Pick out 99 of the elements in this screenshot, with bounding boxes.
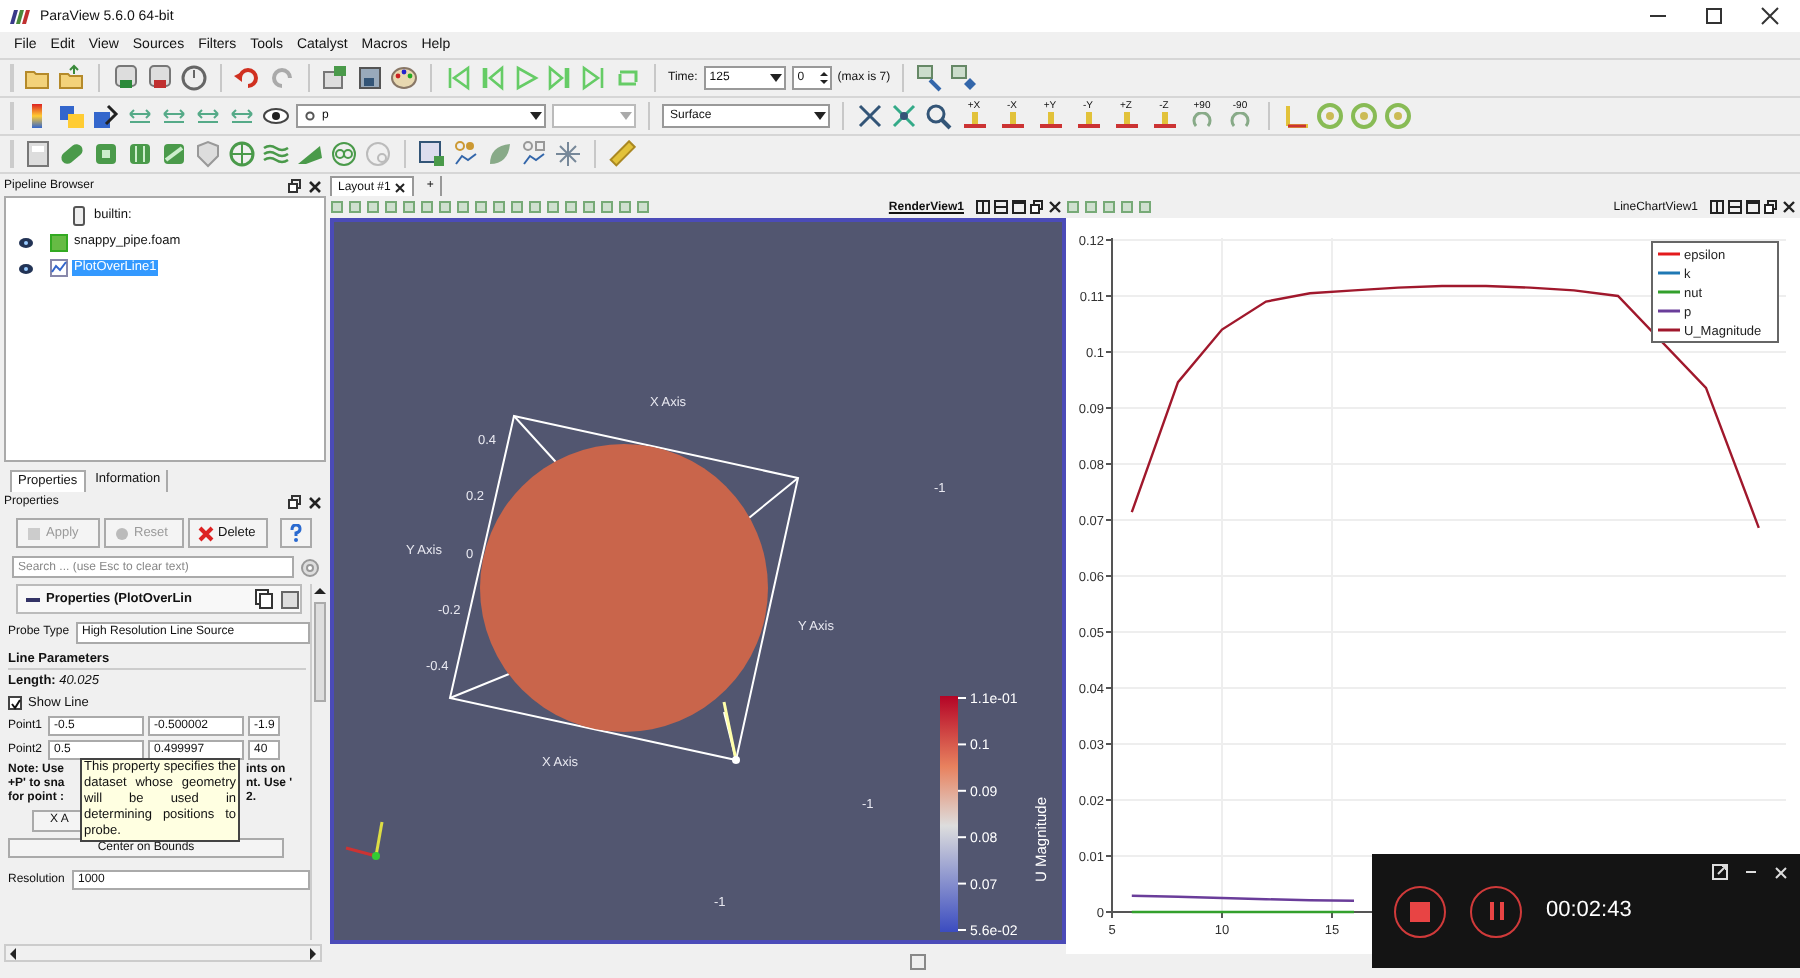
server-icon[interactable] (112, 64, 140, 92)
server-icon (70, 206, 88, 226)
check-icon (9, 697, 21, 709)
axis-arrow-icon (1113, 111, 1139, 127)
close-icon[interactable] (1782, 200, 1796, 214)
stop-icon (1410, 901, 1430, 921)
legend-tick (957, 697, 967, 699)
orientation-axes-drawing (345, 821, 384, 860)
checkbox[interactable] (8, 696, 22, 710)
axis-arrow-icon (1151, 111, 1177, 127)
float-icon[interactable] (288, 494, 302, 510)
maximize-icon[interactable] (1704, 6, 1724, 26)
circles-icon[interactable] (330, 140, 358, 168)
shield-icon[interactable] (194, 140, 222, 168)
plot-icon (50, 258, 68, 278)
ruler-icon[interactable] (608, 140, 636, 168)
legend-tick (957, 929, 967, 931)
clock-icon[interactable] (180, 64, 208, 92)
help-button[interactable] (280, 518, 312, 548)
caret-up-icon[interactable] (311, 584, 327, 598)
orbit-icon[interactable] (1350, 102, 1378, 130)
close-icon[interactable] (308, 179, 322, 193)
copy-icon[interactable] (254, 588, 274, 610)
zoom-to-data-icon[interactable] (890, 102, 918, 130)
expand-icon[interactable] (1712, 864, 1728, 880)
stop-button[interactable] (1394, 885, 1446, 937)
orbit-icon[interactable] (1384, 102, 1412, 130)
eye-icon[interactable] (262, 102, 290, 130)
picture-icon[interactable] (356, 64, 384, 92)
legend-box (1651, 241, 1779, 343)
eye-icon[interactable] (18, 261, 34, 275)
split-horizontal-icon[interactable] (976, 200, 990, 214)
split-vertical-icon[interactable] (1728, 200, 1742, 214)
question-mark-icon (288, 524, 304, 542)
small-window-icon[interactable] (910, 953, 926, 969)
spin-arrows-icon[interactable] (817, 70, 830, 86)
legend-tick (957, 882, 967, 885)
axes-icon[interactable] (1282, 102, 1310, 130)
probe-handle[interactable] (732, 756, 740, 764)
caret-left-icon[interactable] (6, 945, 20, 961)
star-icon[interactable] (554, 140, 582, 168)
timer-text: 00:02:43 (1546, 896, 1632, 927)
redo-icon[interactable] (268, 64, 296, 92)
cube-icon[interactable] (92, 140, 120, 168)
folder-icon[interactable] (58, 64, 86, 92)
cube-icon[interactable] (126, 140, 154, 168)
axis-arrow-icon (1037, 111, 1063, 127)
cube-icon[interactable] (160, 140, 188, 168)
logo-icon (8, 5, 32, 27)
zoom-box-icon[interactable] (924, 102, 952, 130)
legend-tick (957, 789, 967, 792)
window-icon[interactable] (322, 64, 350, 92)
reset-camera-icon[interactable] (856, 102, 884, 130)
eye-icon[interactable] (18, 235, 34, 249)
undo-icon[interactable] (234, 64, 262, 92)
close-icon[interactable] (308, 495, 322, 509)
float-icon[interactable] (1030, 200, 1044, 214)
caret-right-icon[interactable] (306, 945, 320, 961)
horizontal-scrollbar[interactable] (4, 944, 322, 962)
vertical-scrollbar[interactable] (310, 584, 326, 940)
pause-icon (1487, 902, 1505, 920)
axis-arrow-icon (999, 111, 1025, 127)
calculator-icon[interactable] (24, 140, 52, 168)
caret-icon[interactable] (528, 108, 544, 124)
chart-icon[interactable] (452, 140, 480, 168)
float-icon[interactable] (288, 178, 302, 194)
caret-icon[interactable] (812, 108, 828, 124)
pause-button[interactable] (1470, 885, 1522, 937)
maximize-icon[interactable] (1746, 200, 1760, 214)
legend-tick (957, 743, 967, 746)
gear-icon[interactable] (300, 557, 320, 577)
color-map-icon[interactable] (58, 102, 86, 130)
probe-line (722, 701, 738, 761)
table-wrench-icon[interactable] (916, 64, 945, 92)
close-icon[interactable] (394, 181, 407, 193)
split-vertical-icon[interactable] (994, 200, 1008, 214)
legend-tick (957, 836, 967, 839)
maximize-icon[interactable] (1012, 200, 1026, 214)
orbit-icon[interactable] (1316, 102, 1344, 130)
globe-icon[interactable] (228, 140, 256, 168)
caret-icon[interactable] (767, 70, 784, 86)
axis-arrow-icon (961, 111, 987, 127)
point-data-icon[interactable] (304, 110, 316, 122)
close-icon[interactable] (1760, 6, 1780, 26)
selection-icon[interactable] (418, 140, 446, 168)
mesh-icon (50, 232, 68, 252)
chart-icon[interactable] (520, 140, 548, 168)
circle-icon (114, 525, 130, 541)
ramp-icon[interactable] (296, 140, 324, 168)
split-horizontal-icon[interactable] (1710, 200, 1724, 214)
axis-arrow-icon (1075, 111, 1101, 127)
float-icon[interactable] (1764, 200, 1778, 214)
palette-icon[interactable] (390, 64, 418, 92)
close-icon[interactable] (1048, 200, 1062, 214)
wave-lines-icon[interactable] (262, 140, 290, 168)
table-diamond-icon[interactable] (950, 64, 979, 92)
server-icon[interactable] (146, 64, 174, 92)
leaf-icon[interactable] (486, 140, 514, 168)
cross-icon (198, 525, 214, 541)
